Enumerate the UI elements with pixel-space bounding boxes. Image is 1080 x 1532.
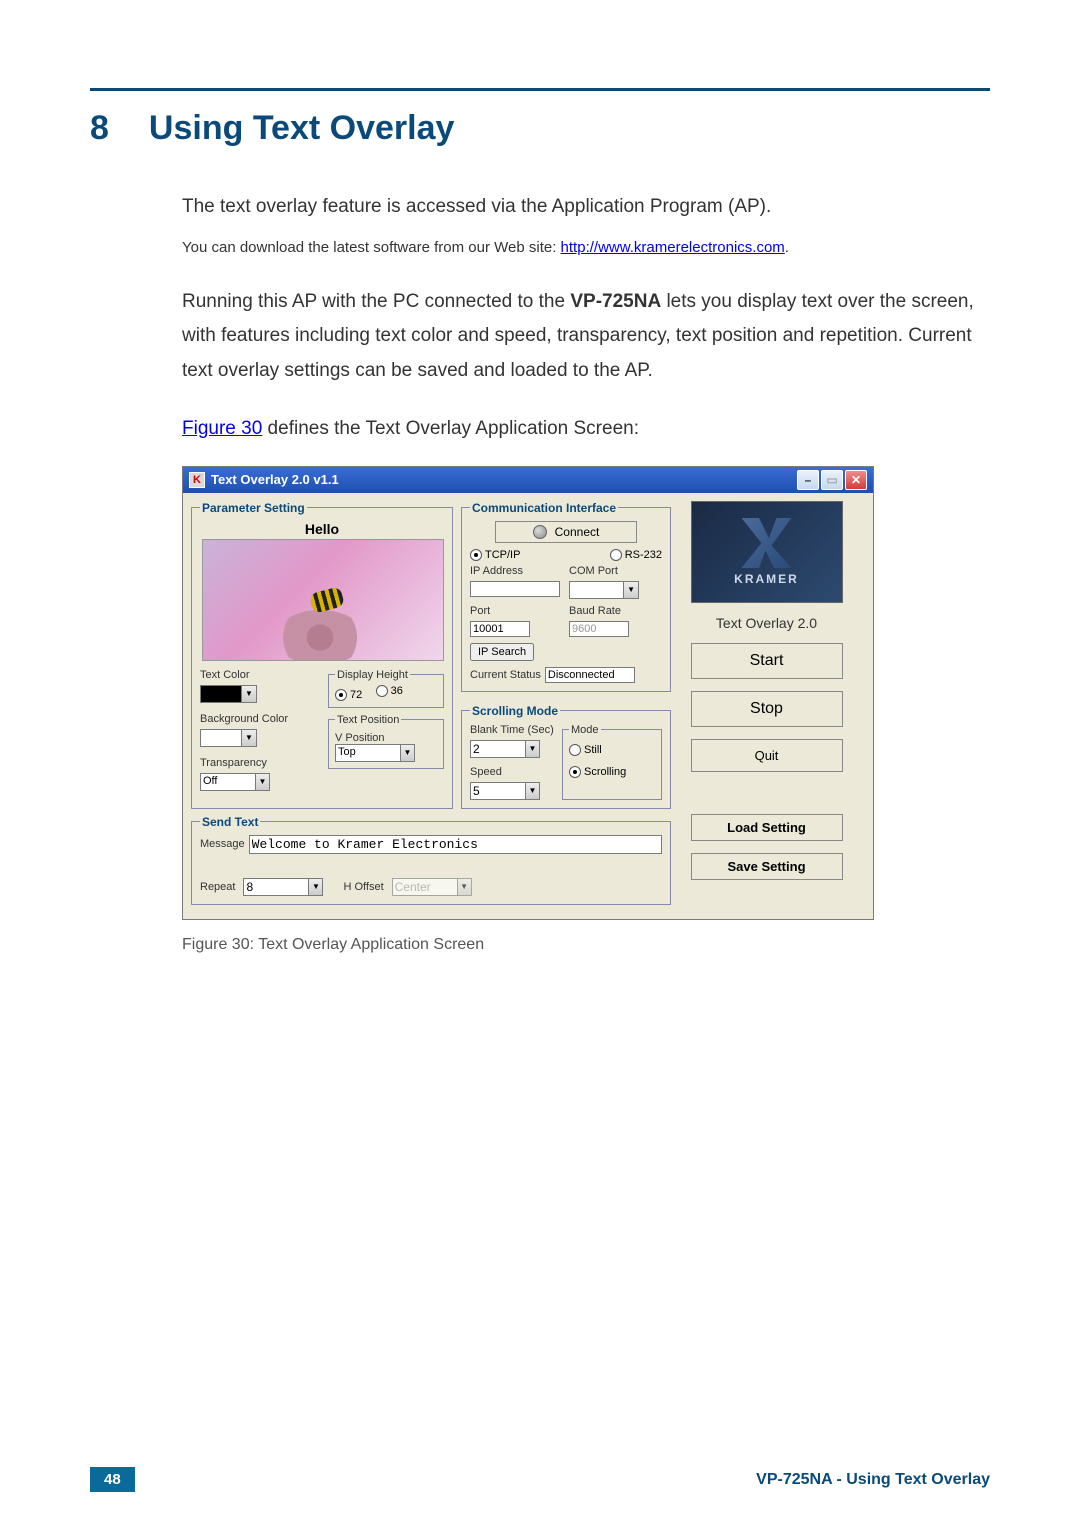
app-icon: K (189, 472, 205, 488)
note-prefix: You can download the latest software fro… (182, 239, 561, 256)
kramer-brand-text: KRAMER (734, 572, 799, 586)
footer-label: VP-725NA - Using Text Overlay (756, 1471, 990, 1489)
mode-still-radio[interactable]: Still (569, 744, 655, 756)
chevron-down-icon: ▼ (526, 740, 540, 758)
connect-led-icon (533, 525, 547, 539)
transparency-value: Off (200, 773, 256, 791)
parameter-setting-legend: Parameter Setting (200, 501, 307, 515)
port-label: Port (470, 605, 563, 617)
baud-rate-label: Baud Rate (569, 605, 662, 617)
chapter-heading: 8 Using Text Overlay (90, 109, 990, 148)
chevron-down-icon: ▼ (309, 878, 323, 896)
blank-time-select[interactable]: 2 ▼ (470, 740, 540, 758)
stop-button[interactable]: Stop (691, 691, 843, 727)
top-rule (90, 88, 990, 91)
kramer-logo-tile: KRAMER (691, 501, 843, 603)
rs232-radio[interactable]: RS-232 (610, 549, 662, 561)
text-position-group: Text Position V Position Top ▼ (328, 714, 444, 769)
chapter-number: 8 (90, 109, 109, 148)
chapter-title: Using Text Overlay (149, 109, 455, 148)
bg-color-select[interactable]: ▼ (200, 729, 316, 747)
speed-select[interactable]: 5 ▼ (470, 782, 540, 800)
com-port-select[interactable]: ▼ (569, 581, 639, 599)
ip-address-label: IP Address (470, 565, 563, 577)
display-height-36-radio[interactable]: 36 (376, 685, 403, 697)
maximize-button[interactable]: ▭ (821, 470, 843, 490)
figure-reference: Figure 30 defines the Text Overlay Appli… (182, 412, 990, 446)
display-height-72-radio[interactable]: 72 (335, 689, 362, 701)
blank-time-label: Blank Time (Sec) (470, 724, 556, 736)
scrolling-mode-legend: Scrolling Mode (470, 704, 560, 718)
chevron-down-icon: ▼ (624, 581, 639, 599)
download-note: You can download the latest software fro… (182, 234, 990, 261)
chevron-down-icon: ▼ (256, 773, 270, 791)
chevron-down-icon: ▼ (242, 685, 257, 703)
com-port-label: COM Port (569, 565, 662, 577)
minimize-button[interactable]: – (797, 470, 819, 490)
figure-caption: Figure 30: Text Overlay Application Scre… (182, 936, 990, 954)
message-input[interactable] (249, 835, 662, 854)
mode-scrolling-radio[interactable]: Scrolling (569, 766, 655, 778)
window-titlebar[interactable]: K Text Overlay 2.0 v1.1 – ▭ ✕ (183, 467, 873, 493)
repeat-select[interactable]: 8 ▼ (243, 878, 323, 896)
text-color-select[interactable]: ▼ (200, 685, 316, 703)
text-color-label: Text Color (200, 669, 316, 681)
text-overlay-app-window: K Text Overlay 2.0 v1.1 – ▭ ✕ Parameter … (182, 466, 874, 920)
parameter-setting-group: Parameter Setting Hello Text Color (191, 501, 453, 809)
current-status-label: Current Status (470, 669, 541, 681)
paragraph-2: Running this AP with the PC connected to… (182, 285, 990, 388)
baud-rate-input (569, 621, 629, 637)
product-label: Text Overlay 2.0 (716, 615, 817, 631)
connect-button[interactable]: Connect (495, 521, 637, 543)
v-position-select[interactable]: Top ▼ (335, 744, 415, 762)
send-text-legend: Send Text (200, 815, 260, 829)
display-height-group: Display Height 72 36 (328, 669, 444, 708)
download-link[interactable]: http://www.kramerelectronics.com (561, 239, 785, 256)
start-button[interactable]: Start (691, 643, 843, 679)
preview-overlay-text: Hello (202, 521, 442, 537)
figref-b: defines the Text Overlay Application Scr… (262, 418, 639, 439)
figure-link[interactable]: Figure 30 (182, 418, 262, 439)
save-setting-button[interactable]: Save Setting (691, 853, 843, 880)
note-suffix: . (785, 239, 789, 256)
chevron-down-icon: ▼ (242, 729, 257, 747)
window-title: Text Overlay 2.0 v1.1 (211, 472, 339, 487)
text-position-legend: Text Position (335, 714, 401, 726)
paragraph-1: The text overlay feature is accessed via… (182, 190, 990, 224)
mode-group: Mode Still Scrolling (562, 724, 662, 800)
transparency-label: Transparency (200, 757, 316, 769)
tcpip-radio[interactable]: TCP/IP (470, 549, 520, 561)
v-position-value: Top (335, 744, 401, 762)
port-input[interactable] (470, 621, 530, 637)
h-offset-select: Center ▼ (392, 878, 472, 896)
close-button[interactable]: ✕ (845, 470, 867, 490)
chevron-down-icon: ▼ (401, 744, 415, 762)
communication-interface-group: Communication Interface Connect TCP/IP R… (461, 501, 671, 692)
chevron-down-icon: ▼ (526, 782, 540, 800)
load-setting-button[interactable]: Load Setting (691, 814, 843, 841)
repeat-label: Repeat (200, 881, 235, 893)
v-position-label: V Position (335, 732, 385, 744)
ip-address-input[interactable] (470, 581, 560, 597)
h-offset-label: H Offset (343, 881, 383, 893)
para2-a: Running this AP with the PC connected to… (182, 291, 570, 312)
mode-legend: Mode (569, 724, 601, 736)
page-number: 48 (90, 1467, 135, 1492)
scrolling-mode-group: Scrolling Mode Blank Time (Sec) 2 ▼ Spee… (461, 704, 671, 809)
ip-search-button[interactable]: IP Search (470, 643, 534, 661)
send-text-group: Send Text Message Repeat 8 ▼ H Offset (191, 815, 671, 905)
transparency-select[interactable]: Off ▼ (200, 773, 270, 791)
message-label: Message (200, 838, 245, 850)
para2-bold: VP-725NA (570, 291, 661, 312)
current-status-value (545, 667, 635, 683)
chevron-down-icon: ▼ (458, 878, 472, 896)
preview-image (202, 539, 444, 661)
communication-legend: Communication Interface (470, 501, 618, 515)
quit-button[interactable]: Quit (691, 739, 843, 772)
bg-color-label: Background Color (200, 713, 316, 725)
display-height-legend: Display Height (335, 669, 410, 681)
kramer-logo-icon (742, 518, 792, 568)
speed-label: Speed (470, 766, 556, 778)
